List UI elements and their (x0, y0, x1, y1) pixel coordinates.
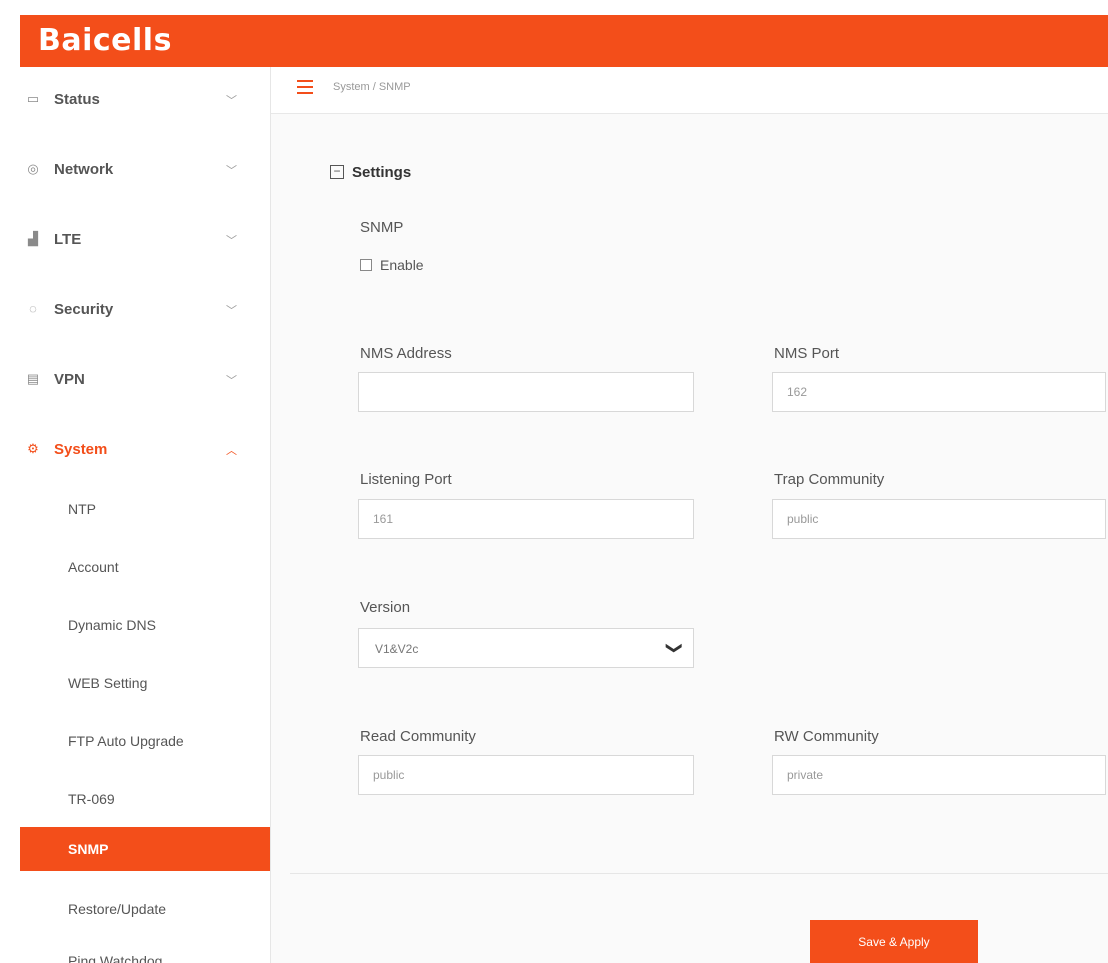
monitor-icon: ▭ (26, 91, 40, 106)
sidebar-subitem-restore-update[interactable]: Restore/Update (20, 887, 270, 931)
sidebar-subitem-label: FTP Auto Upgrade (68, 733, 184, 749)
trap-community-label: Trap Community (774, 471, 885, 488)
sidebar-item-label: System (54, 441, 108, 458)
breadcrumb: System / SNMP (271, 67, 1108, 114)
version-selected-value: V1&V2c (375, 642, 419, 656)
nms-address-input[interactable] (358, 372, 694, 412)
save-apply-button[interactable]: Save & Apply (810, 920, 978, 963)
sidebar-item-lte[interactable]: ▟ LTE ﹀ (20, 220, 270, 260)
listening-port-input[interactable] (358, 499, 694, 539)
hamburger-menu-icon[interactable] (297, 80, 313, 94)
chevron-down-icon: ﹀ (226, 375, 237, 387)
section-title: Settings (352, 164, 412, 181)
chevron-down-icon: ﹀ (226, 235, 237, 247)
sidebar-subitem-label: Ping Watchdog (68, 953, 163, 963)
trap-community-input[interactable] (772, 499, 1106, 539)
divider (290, 873, 1108, 874)
sidebar-item-system[interactable]: ⚙ System ︿ (20, 430, 270, 470)
read-community-label: Read Community (360, 728, 476, 745)
chevron-down-icon: ﹀ (226, 305, 237, 317)
enable-label: Enable (380, 257, 424, 273)
sidebar-subitem-account[interactable]: Account (20, 545, 270, 589)
sidebar-item-vpn[interactable]: ▤ VPN ﹀ (20, 360, 270, 400)
sidebar-subitem-tr069[interactable]: TR-069 (20, 777, 270, 821)
rw-community-label: RW Community (774, 728, 879, 745)
snmp-label: SNMP (360, 219, 404, 236)
sidebar-item-label: Network (54, 161, 114, 178)
gear-icon: ⚙ (27, 441, 39, 456)
sidebar-item-label: VPN (54, 371, 85, 388)
version-label: Version (360, 599, 411, 616)
logo[interactable]: Baicells (38, 23, 172, 58)
nms-port-label: NMS Port (774, 345, 840, 362)
enable-checkbox[interactable] (360, 259, 372, 271)
nms-port-input[interactable] (772, 372, 1106, 412)
sidebar-subitem-web-setting[interactable]: WEB Setting (20, 661, 270, 705)
rw-community-input[interactable] (772, 755, 1106, 795)
shield-icon: ◌ (29, 301, 37, 316)
sidebar-item-label: LTE (54, 231, 82, 248)
sidebar-subitem-label: TR-069 (68, 791, 115, 807)
sidebar-item-security[interactable]: ◌ Security ﹀ (20, 290, 270, 330)
sidebar-subitem-label: WEB Setting (68, 675, 148, 691)
signal-bars-icon: ▟ (28, 231, 38, 246)
sidebar: ▭ Status ﹀ ◎ Network ﹀ ▟ LTE ﹀ ◌ Securit… (20, 67, 271, 963)
sidebar-subitem-label: Dynamic DNS (68, 617, 156, 633)
sidebar-subitem-label: SNMP (68, 841, 109, 857)
nms-address-label: NMS Address (360, 345, 452, 362)
vpn-icon: ▤ (26, 371, 40, 386)
read-community-input[interactable] (358, 755, 694, 795)
sidebar-subitem-dynamic-dns[interactable]: Dynamic DNS (20, 603, 270, 647)
chevron-down-icon: ❯ (665, 641, 683, 655)
sidebar-subitem-ping-watchdog[interactable]: Ping Watchdog (20, 939, 270, 963)
sidebar-item-status[interactable]: ▭ Status ﹀ (20, 80, 270, 120)
sidebar-item-label: Security (54, 301, 114, 318)
listening-port-label: Listening Port (360, 471, 452, 488)
sidebar-subitem-label: Account (68, 559, 119, 575)
collapse-icon[interactable]: − (330, 165, 344, 179)
sidebar-item-label: Status (54, 91, 100, 108)
sidebar-subitem-snmp[interactable]: SNMP (20, 827, 270, 871)
sidebar-subitem-label: Restore/Update (68, 901, 167, 917)
sidebar-subitem-ntp[interactable]: NTP (20, 487, 270, 531)
chevron-down-icon: ﹀ (226, 165, 237, 177)
version-select[interactable]: V1&V2c ❯ (358, 628, 694, 668)
breadcrumb-text: System / SNMP (333, 81, 411, 93)
sidebar-item-network[interactable]: ◎ Network ﹀ (20, 150, 270, 190)
chevron-down-icon: ﹀ (226, 95, 237, 107)
sidebar-subitem-label: NTP (68, 501, 96, 517)
globe-icon: ◎ (27, 161, 39, 176)
chevron-up-icon: ︿ (226, 445, 237, 457)
top-header: Baicells (20, 15, 1108, 67)
sidebar-subitem-ftp-auto-upgrade[interactable]: FTP Auto Upgrade (20, 719, 270, 763)
